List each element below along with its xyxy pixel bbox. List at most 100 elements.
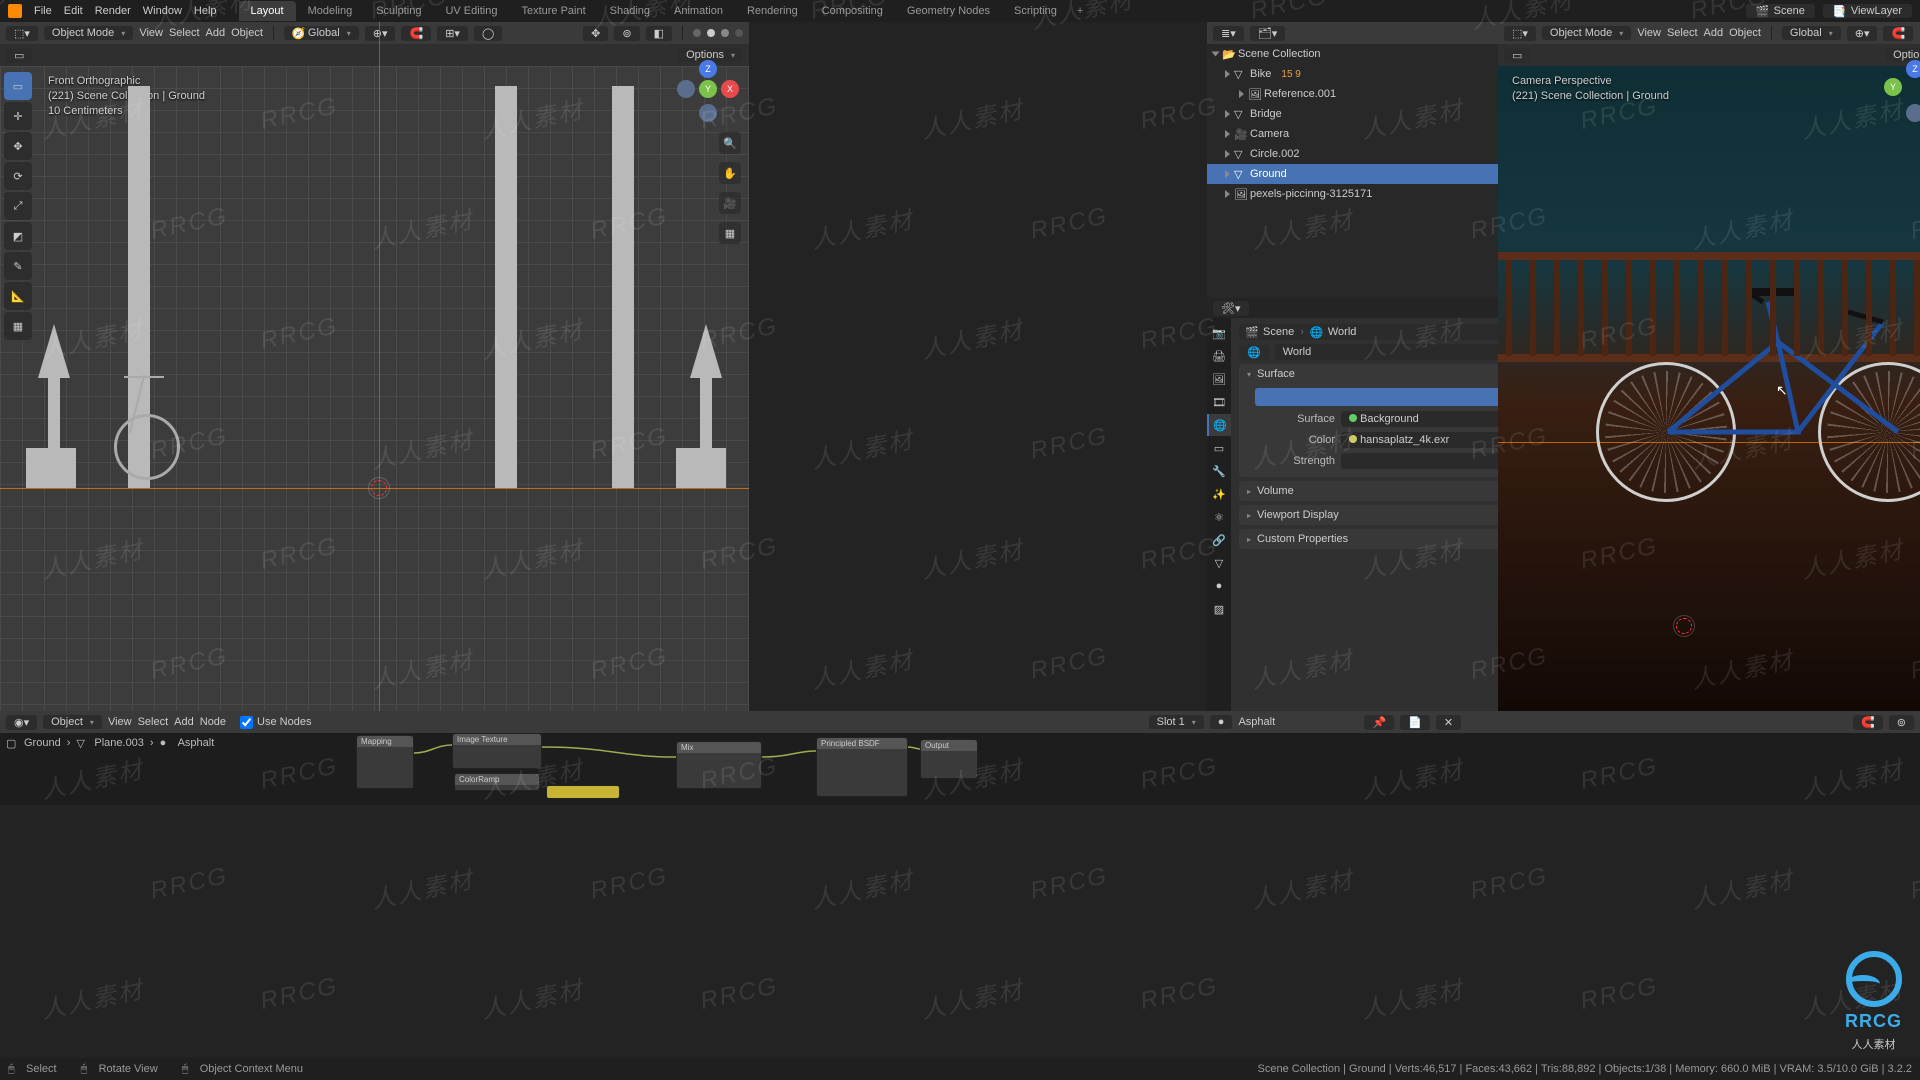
node-snap-toggle[interactable]: 🧲 <box>1853 715 1883 730</box>
workspace-add-button[interactable]: + <box>1069 1 1091 21</box>
bc-object[interactable]: Ground <box>24 737 61 749</box>
disclosure-icon[interactable] <box>1225 130 1230 138</box>
disclosure-icon[interactable] <box>1225 70 1230 78</box>
disclosure-icon[interactable] <box>1225 110 1230 118</box>
node-frame[interactable] <box>546 785 620 799</box>
editor-type-icon[interactable]: 🛠▾ <box>1213 301 1249 316</box>
snap-target-dropdown[interactable]: ⊞▾ <box>437 26 468 41</box>
workspace-tab-shading[interactable]: Shading <box>598 1 662 21</box>
proportional-edit-toggle[interactable]: ◯ <box>474 26 502 41</box>
prop-tab-world[interactable]: 🌐 <box>1207 414 1231 436</box>
workspace-tab-scripting[interactable]: Scripting <box>1002 1 1069 21</box>
overlays-toggle[interactable]: ⊚ <box>614 26 639 41</box>
vp-menu-view[interactable]: View <box>1637 27 1661 39</box>
vp-menu-select[interactable]: Select <box>169 27 200 39</box>
prop-tab-data[interactable]: ▽ <box>1207 552 1231 574</box>
node-menu-select[interactable]: Select <box>138 716 169 728</box>
prop-tab-scene[interactable]: 🎞 <box>1207 391 1231 413</box>
prop-tab-texture[interactable]: ▨ <box>1207 598 1231 620</box>
disclosure-icon[interactable] <box>1212 52 1220 57</box>
material-unlink-button[interactable]: ✕ <box>1436 715 1461 730</box>
node-overlay-toggle[interactable]: ⊚ <box>1889 715 1914 730</box>
menu-edit[interactable]: Edit <box>64 5 83 17</box>
workspace-tab-geometry-nodes[interactable]: Geometry Nodes <box>895 1 1002 21</box>
prop-tab-material[interactable]: ● <box>1207 575 1231 597</box>
disclosure-icon[interactable] <box>1225 190 1230 198</box>
select-mode-icon[interactable]: ▭ <box>6 48 32 63</box>
mode-dropdown[interactable]: Object Mode <box>1542 26 1631 40</box>
breadcrumb-scene[interactable]: Scene <box>1263 326 1294 338</box>
snap-toggle[interactable]: 🧲 <box>1883 26 1913 41</box>
menu-render[interactable]: Render <box>95 5 131 17</box>
bc-material[interactable]: Asphalt <box>178 737 215 749</box>
orientation-dropdown[interactable]: Global <box>1782 26 1841 40</box>
tool-scale[interactable]: ⤢ <box>4 192 32 220</box>
gizmo-toggle[interactable]: ✥ <box>583 26 608 41</box>
editor-type-icon[interactable]: ⬚▾ <box>6 26 38 41</box>
node-image-texture[interactable]: Image Texture <box>452 733 542 769</box>
axis-z[interactable]: Z <box>1906 60 1920 78</box>
tool-add[interactable]: ▦ <box>4 312 32 340</box>
axis-x[interactable]: X <box>721 80 739 98</box>
bc-data[interactable]: Plane.003 <box>94 737 144 749</box>
node-mix[interactable]: Mix <box>676 741 762 789</box>
scene-selector[interactable]: 🎬 Scene <box>1746 4 1815 18</box>
material-pin-button[interactable]: 📌 <box>1364 715 1394 730</box>
tool-rotate[interactable]: ⟳ <box>4 162 32 190</box>
node-menu-add[interactable]: Add <box>174 716 194 728</box>
prop-tab-physics[interactable]: ⚛ <box>1207 506 1231 528</box>
prop-tab-particles[interactable]: ✨ <box>1207 483 1231 505</box>
toggle-perspective-button[interactable]: ▦ <box>719 222 741 244</box>
nav-gizmo[interactable]: Z Y X <box>1888 62 1920 116</box>
tool-cursor[interactable]: ✛ <box>4 102 32 130</box>
viewport-right[interactable]: ⬚▾ Object Mode View Select Add Object Gl… <box>1498 22 1920 711</box>
vp-menu-object[interactable]: Object <box>1729 27 1761 39</box>
pivot-dropdown[interactable]: ⊕▾ <box>365 26 396 41</box>
xray-toggle[interactable]: ◧ <box>646 26 672 41</box>
editor-type-icon[interactable]: ⬚▾ <box>1504 26 1536 41</box>
tool-annotate[interactable]: ✎ <box>4 252 32 280</box>
workspace-tab-uv-editing[interactable]: UV Editing <box>433 1 509 21</box>
axis-neg-z[interactable] <box>1906 104 1920 122</box>
camera-view-button[interactable]: 🎥 <box>719 192 741 214</box>
shading-solid-icon[interactable] <box>707 29 715 37</box>
menu-help[interactable]: Help <box>194 5 217 17</box>
material-new-button[interactable]: 📄 <box>1400 715 1430 730</box>
select-mode-icon[interactable]: ▭ <box>1504 48 1530 63</box>
prop-tab-render[interactable]: 📷 <box>1207 322 1231 344</box>
tool-select-box[interactable]: ▭ <box>4 72 32 100</box>
axis-z[interactable]: Z <box>699 60 717 78</box>
material-browse-button[interactable]: ● <box>1210 715 1233 729</box>
node-menu-view[interactable]: View <box>108 716 132 728</box>
orientation-dropdown[interactable]: 🧭 Global <box>284 26 359 40</box>
node-colorramp[interactable]: ColorRamp <box>454 773 540 791</box>
mode-dropdown[interactable]: Object Mode <box>44 26 133 40</box>
axis-neg-z[interactable] <box>699 104 717 122</box>
workspace-tab-layout[interactable]: Layout <box>239 1 296 21</box>
axis-y[interactable]: Y <box>1884 78 1902 96</box>
world-browse-button[interactable]: 🌐 <box>1239 345 1269 360</box>
prop-tab-output[interactable]: 🖨 <box>1207 345 1231 367</box>
shading-matprev-icon[interactable] <box>721 29 729 37</box>
workspace-tab-sculpting[interactable]: Sculpting <box>364 1 433 21</box>
zoom-button[interactable]: 🔍 <box>719 132 741 154</box>
node-mode-dropdown[interactable]: Object <box>43 715 102 729</box>
shading-wireframe-icon[interactable] <box>693 29 701 37</box>
vp-menu-add[interactable]: Add <box>206 27 226 39</box>
vp-menu-view[interactable]: View <box>139 27 163 39</box>
use-nodes-checkbox[interactable] <box>240 716 253 729</box>
nav-gizmo[interactable]: Z Y X <box>681 62 735 116</box>
viewlayer-selector[interactable]: 📑 ViewLayer <box>1823 4 1912 18</box>
prop-tab-modifiers[interactable]: 🔧 <box>1207 460 1231 482</box>
vp-menu-object[interactable]: Object <box>231 27 263 39</box>
vp-menu-add[interactable]: Add <box>1704 27 1724 39</box>
workspace-tab-modeling[interactable]: Modeling <box>296 1 365 21</box>
viewport-left[interactable]: ⬚▾ Object Mode View Select Add Object 🧭 … <box>0 22 749 711</box>
disclosure-icon[interactable] <box>1225 170 1230 178</box>
workspace-tab-animation[interactable]: Animation <box>662 1 735 21</box>
snap-toggle[interactable]: 🧲 <box>401 26 431 41</box>
pan-button[interactable]: ✋ <box>719 162 741 184</box>
workspace-tab-rendering[interactable]: Rendering <box>735 1 810 21</box>
workspace-tab-compositing[interactable]: Compositing <box>810 1 895 21</box>
outliner-display-mode[interactable]: 🗂▾ <box>1250 26 1286 41</box>
